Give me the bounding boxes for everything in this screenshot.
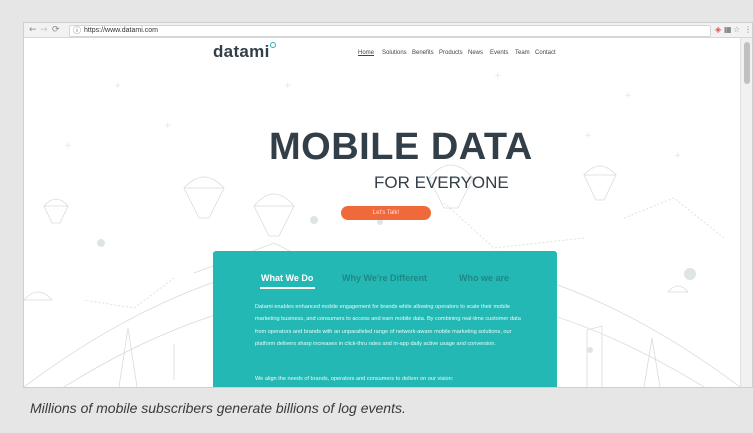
scrollbar[interactable]: [740, 38, 752, 387]
svg-text:+: +: [624, 91, 632, 101]
svg-text:+: +: [114, 81, 122, 91]
svg-text:+: +: [64, 141, 72, 151]
lets-talk-button[interactable]: Let's Talk!: [341, 206, 431, 220]
logo-text: datami: [213, 42, 270, 61]
extension-icon-2[interactable]: ▦: [724, 24, 732, 36]
panel-paragraph: Datami enables enhanced mobile engagemen…: [255, 304, 521, 347]
svg-text:+: +: [494, 71, 502, 81]
forward-icon[interactable]: →: [40, 24, 48, 36]
svg-text:+: +: [164, 121, 172, 131]
nav-benefits[interactable]: Benefits: [412, 50, 434, 56]
logo-dot-icon: [269, 42, 276, 48]
hero-title: MOBILE DATA: [269, 126, 533, 168]
nav-team[interactable]: Team: [515, 50, 530, 56]
bookmark-star-icon[interactable]: ☆: [733, 24, 740, 36]
tab-what-we-do[interactable]: What We Do: [261, 273, 313, 283]
nav-news[interactable]: News: [468, 50, 483, 56]
nav-products[interactable]: Products: [439, 50, 463, 56]
nav-contact[interactable]: Contact: [535, 50, 556, 56]
reload-icon[interactable]: ⟳: [52, 24, 60, 36]
web-page: + + + + + + + + datami Home Solutions Benefit…: [24, 38, 740, 387]
panel-paragraph-2: We align the needs of brands, operators …: [255, 376, 454, 382]
svg-text:+: +: [674, 151, 682, 161]
nav-home[interactable]: Home: [358, 50, 374, 56]
extension-icon[interactable]: ◈: [715, 24, 721, 36]
info-icon: ⓘ: [73, 26, 81, 35]
browser-window: ← → ⟳ ⓘ https://www.datami.com ◈ ▦ ☆ ⋮ +…: [23, 22, 753, 388]
active-tab-underline: [260, 287, 315, 289]
nav-solutions[interactable]: Solutions: [382, 50, 407, 56]
info-panel: What We Do Why We're Different Who we ar…: [213, 251, 557, 387]
site-logo[interactable]: datami: [213, 42, 276, 62]
address-bar[interactable]: ⓘ https://www.datami.com: [69, 25, 711, 37]
menu-icon[interactable]: ⋮: [744, 24, 752, 36]
tab-who-we-are[interactable]: Who we are: [459, 273, 509, 283]
image-caption: Millions of mobile subscribers generate …: [30, 400, 406, 416]
tab-why-different[interactable]: Why We're Different: [342, 273, 427, 283]
hero-subtitle: FOR EVERYONE: [374, 173, 509, 192]
browser-toolbar: ← → ⟳ ⓘ https://www.datami.com ◈ ▦ ☆ ⋮: [24, 23, 752, 38]
nav-events[interactable]: Events: [490, 50, 508, 56]
url-text: https://www.datami.com: [84, 27, 158, 34]
svg-text:+: +: [284, 81, 292, 91]
back-icon[interactable]: ←: [29, 24, 37, 36]
svg-text:+: +: [584, 131, 592, 141]
scrollbar-thumb[interactable]: [744, 42, 750, 84]
